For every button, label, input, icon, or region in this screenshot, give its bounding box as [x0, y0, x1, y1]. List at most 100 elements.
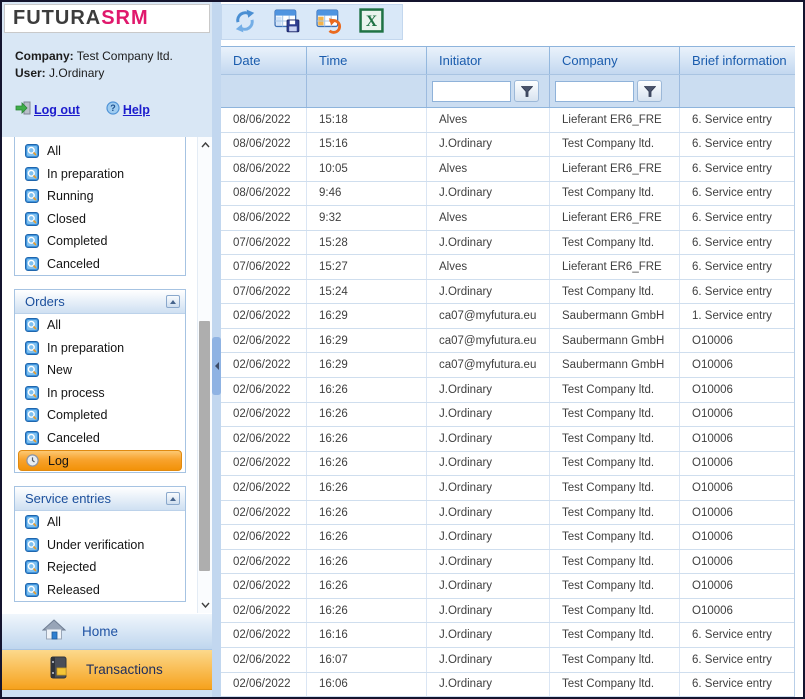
sidebar-item-in-preparation[interactable]: In preparation [15, 163, 185, 186]
sidebar-item-under-verification[interactable]: Under verification [15, 534, 185, 557]
group-title: Service entries [25, 491, 111, 506]
sidebar-item-rejected[interactable]: Rejected [15, 556, 185, 579]
table-row[interactable]: 08/06/20229:32AlvesLieferant ER6_FRE6. S… [221, 206, 794, 231]
sidebar-item-all[interactable]: All [15, 314, 185, 337]
company-filter-input[interactable] [555, 81, 634, 102]
save-grid-layout-button[interactable] [272, 7, 302, 37]
sidebar-item-completed[interactable]: Completed [15, 230, 185, 253]
cell-time: 16:26 [307, 452, 427, 476]
sidebar-item-in-process[interactable]: In process [15, 382, 185, 405]
company-filter-button[interactable] [637, 80, 662, 102]
table-row[interactable]: 02/06/202216:26J.OrdinaryTest Company lt… [221, 427, 794, 452]
table-row[interactable]: 07/06/202215:28J.OrdinaryTest Company lt… [221, 231, 794, 256]
clock-icon [26, 454, 40, 468]
cell-time: 16:06 [307, 673, 427, 697]
sidebar-item-completed[interactable]: Completed [15, 404, 185, 427]
table-row[interactable]: 02/06/202216:29ca07@myfutura.euSauberman… [221, 304, 794, 329]
cell-time: 16:26 [307, 525, 427, 549]
collapse-button[interactable] [166, 492, 180, 505]
table-row[interactable]: 02/06/202216:26J.OrdinaryTest Company lt… [221, 550, 794, 575]
svg-text:X: X [365, 13, 377, 30]
sidebar-item-closed[interactable]: Closed [15, 208, 185, 231]
table-row[interactable]: 02/06/202216:29ca07@myfutura.euSauberman… [221, 329, 794, 354]
sidebar-item-new[interactable]: New [15, 359, 185, 382]
cell-time: 16:26 [307, 403, 427, 427]
sidebar-group: All In preparationRunningClosed Completed C… [14, 137, 186, 276]
collapse-sidebar-handle[interactable] [212, 337, 221, 395]
cell-date: 08/06/2022 [221, 182, 307, 206]
refresh-button[interactable] [230, 7, 260, 37]
cell-date: 02/06/2022 [221, 403, 307, 427]
sidebar-item-all[interactable]: All [15, 140, 185, 163]
cell-time: 15:27 [307, 255, 427, 279]
magnifier-icon [25, 341, 39, 355]
nav-home[interactable]: Home [2, 613, 212, 650]
cell-time: 16:29 [307, 353, 427, 377]
column-header-time[interactable]: Time [307, 47, 427, 74]
cell-initiator: J.Ordinary [427, 182, 550, 206]
sidebar-item-running[interactable]: Running [15, 185, 185, 208]
table-row[interactable]: 02/06/202216:26J.OrdinaryTest Company lt… [221, 501, 794, 526]
session-info: Company: Test Company ltd. User: J.Ordin… [2, 33, 212, 137]
table-row[interactable]: 08/06/202210:05AlvesLieferant ER6_FRE6. … [221, 157, 794, 182]
table-row[interactable]: 02/06/202216:07J.OrdinaryTest Company lt… [221, 648, 794, 673]
export-excel-button[interactable]: X [356, 7, 386, 37]
initiator-filter-button[interactable] [514, 80, 539, 102]
cell-initiator: J.Ordinary [427, 673, 550, 697]
table-row[interactable]: 07/06/202215:27AlvesLieferant ER6_FRE6. … [221, 255, 794, 280]
initiator-filter-input[interactable] [432, 81, 511, 102]
table-row[interactable]: 02/06/202216:26J.OrdinaryTest Company lt… [221, 403, 794, 428]
scrollbar-track[interactable] [198, 153, 213, 597]
table-row[interactable]: 02/06/202216:26J.OrdinaryTest Company lt… [221, 378, 794, 403]
logout-link[interactable]: Log out [15, 101, 80, 118]
table-row[interactable]: 02/06/202216:29ca07@myfutura.euSauberman… [221, 353, 794, 378]
user-value: J.Ordinary [49, 66, 104, 80]
sidebar-scrollbar[interactable] [197, 137, 212, 613]
column-header-initiator[interactable]: Initiator [427, 47, 550, 74]
table-row[interactable]: 07/06/202215:24J.OrdinaryTest Company lt… [221, 280, 794, 305]
scroll-up-button[interactable] [198, 137, 213, 153]
table-row[interactable]: 02/06/202216:26J.OrdinaryTest Company lt… [221, 476, 794, 501]
scroll-down-button[interactable] [198, 597, 213, 613]
column-header-company[interactable]: Company [550, 47, 680, 74]
table-row[interactable]: 02/06/202216:26J.OrdinaryTest Company lt… [221, 574, 794, 599]
sidebar-item-label: Released [47, 583, 100, 597]
cell-initiator: J.Ordinary [427, 231, 550, 255]
sidebar-item-label: All [47, 144, 61, 158]
cell-date: 02/06/2022 [221, 353, 307, 377]
sidebar-item-canceled[interactable]: Canceled [15, 427, 185, 450]
sidebar-item-released[interactable]: Released [15, 579, 185, 602]
cell-initiator: ca07@myfutura.eu [427, 329, 550, 353]
cell-company: Test Company ltd. [550, 133, 680, 157]
cell-company: Saubermann GmbH [550, 304, 680, 328]
help-link[interactable]: ? Help [106, 101, 150, 118]
reset-grid-layout-button[interactable] [314, 7, 344, 37]
table-row[interactable]: 02/06/202216:26J.OrdinaryTest Company lt… [221, 599, 794, 624]
main-panel: X Date Time Initiator Company Brief info… [221, 2, 803, 697]
sidebar-item-in-preparation[interactable]: In preparation [15, 337, 185, 360]
table-row[interactable]: 02/06/202216:26J.OrdinaryTest Company lt… [221, 525, 794, 550]
company-value: Test Company ltd. [77, 49, 173, 63]
cell-date: 02/06/2022 [221, 378, 307, 402]
cell-time: 16:29 [307, 329, 427, 353]
svg-text:?: ? [110, 103, 116, 113]
sidebar-item-label: Completed [47, 234, 107, 248]
scrollbar-thumb[interactable] [199, 321, 210, 571]
table-row[interactable]: 02/06/202216:26J.OrdinaryTest Company lt… [221, 452, 794, 477]
sidebar-item-log[interactable]: Log [18, 450, 182, 471]
collapse-button[interactable] [166, 295, 180, 308]
company-label: Company: [15, 49, 74, 63]
table-row[interactable]: 02/06/202216:16J.OrdinaryTest Company lt… [221, 623, 794, 648]
sidebar-item-canceled[interactable]: Canceled [15, 253, 185, 276]
table-row[interactable]: 08/06/20229:46J.OrdinaryTest Company ltd… [221, 182, 794, 207]
table-row[interactable]: 02/06/202216:06J.OrdinaryTest Company lt… [221, 673, 794, 697]
nav-transactions-label: Transactions [86, 662, 163, 677]
table-row[interactable]: 08/06/202215:16J.OrdinaryTest Company lt… [221, 133, 794, 158]
column-header-date[interactable]: Date [221, 47, 307, 74]
table-row[interactable]: 08/06/202215:18AlvesLieferant ER6_FRE6. … [221, 108, 794, 133]
nav-transactions[interactable]: Transactions [2, 650, 212, 690]
sidebar-item-all[interactable]: All [15, 511, 185, 534]
magnifier-icon [25, 560, 39, 574]
logout-label: Log out [34, 103, 80, 117]
column-header-brief[interactable]: Brief information [680, 47, 795, 74]
